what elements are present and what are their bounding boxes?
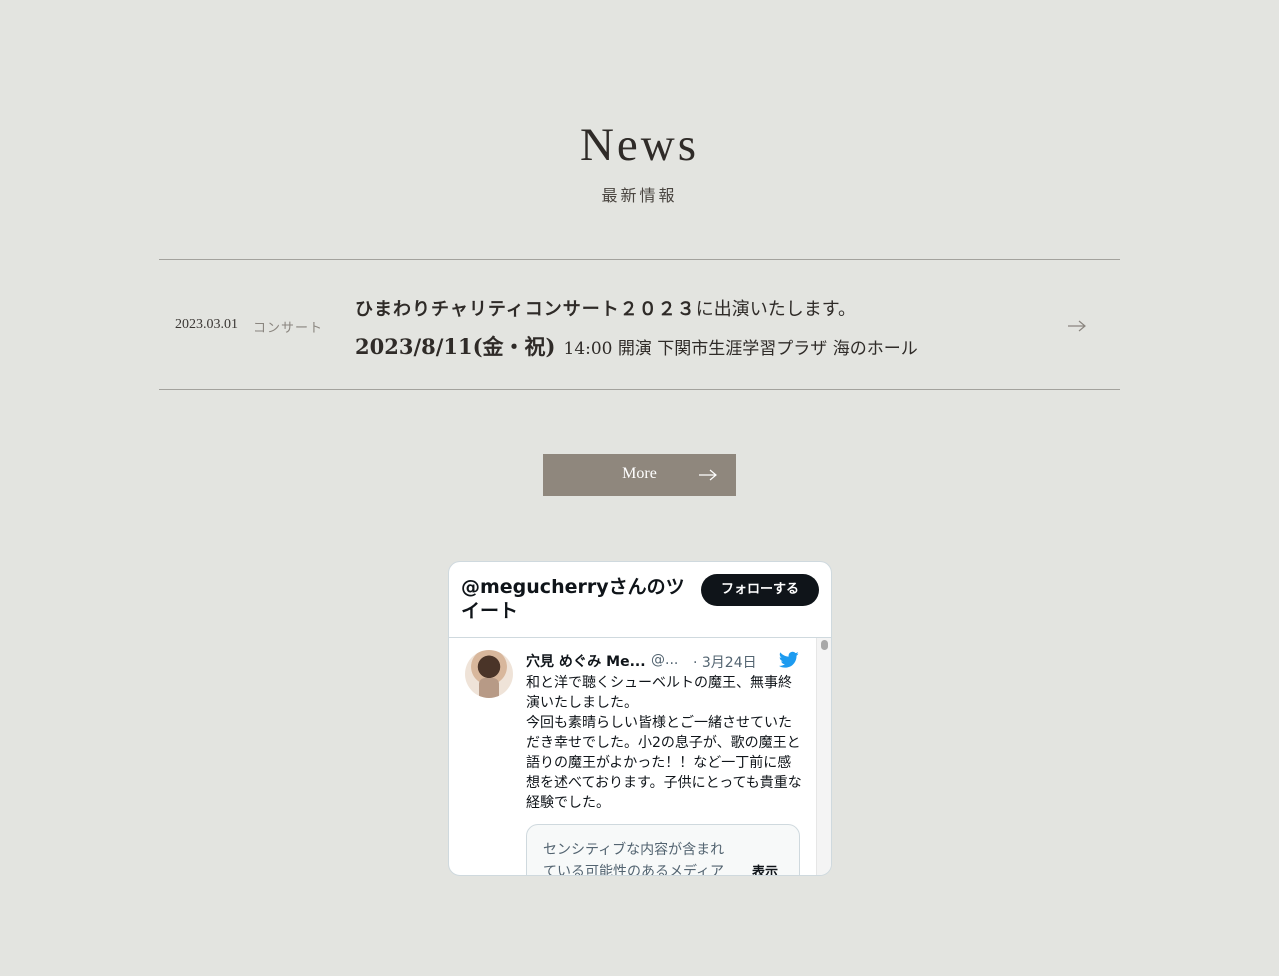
sensitive-media-notice: センシティブな内容が含まれている可能性のあるメディアです 表示 (526, 824, 800, 876)
twitter-bird-icon[interactable] (779, 651, 799, 669)
news-detail: 2023/8/11(金・祝) 14:00 開演 下関市生涯学習プラザ 海のホール (355, 331, 918, 361)
news-headline-bold: ひまわりチャリティコンサート２０２３ (355, 299, 696, 320)
follow-button[interactable]: フォローする (701, 574, 819, 606)
widget-header: @megucherryさんのツイート フォローする (449, 562, 831, 638)
news-detail-date: 2023/8/11(金・祝) (355, 334, 556, 359)
news-date: 2023.03.01 (175, 317, 238, 332)
arrow-right-icon (1068, 320, 1086, 332)
news-headline: ひまわりチャリティコンサート２０２３に出演いたします。 (355, 295, 856, 321)
tweet-date[interactable]: · 3月24日 (693, 652, 757, 672)
twitter-timeline-widget: @megucherryさんのツイート フォローする 穴見 めぐみ Me... @… (448, 561, 832, 876)
news-category: コンサート (253, 321, 324, 336)
tweet-author-name[interactable]: 穴見 めぐみ Me... (526, 651, 646, 671)
avatar-figure (479, 678, 499, 698)
scrollbar-thumb[interactable] (821, 640, 828, 650)
news-item[interactable]: 2023.03.01 コンサート ひまわりチャリティコンサート２０２３に出演いた… (159, 260, 1120, 389)
tweet-text: 和と洋で聴くシューベルトの魔王、無事終演いたしました。 今回も素晴らしい皆様とご… (526, 675, 802, 811)
news-headline-rest: に出演いたします。 (695, 299, 856, 320)
section-subtitle: 最新情報 (601, 186, 678, 205)
section-title: News (579, 119, 700, 171)
widget-body: 穴見 めぐみ Me... @... · 3月24日 和と洋で聴くシューベルトの魔… (449, 638, 831, 875)
tweet-author-handle[interactable]: @... (651, 652, 678, 668)
divider-bottom (159, 389, 1120, 390)
sensitive-media-text: センシティブな内容が含まれている可能性のあるメディアです (543, 842, 725, 876)
widget-title[interactable]: @megucherryさんのツイート (461, 575, 701, 623)
scrollbar[interactable] (816, 638, 831, 875)
more-button[interactable]: More (543, 454, 736, 496)
avatar[interactable] (465, 650, 513, 698)
news-detail-text: 14:00 開演 下関市生涯学習プラザ 海のホール (563, 339, 918, 359)
arrow-right-icon (699, 469, 717, 481)
show-media-button[interactable]: 表示 (752, 861, 778, 875)
